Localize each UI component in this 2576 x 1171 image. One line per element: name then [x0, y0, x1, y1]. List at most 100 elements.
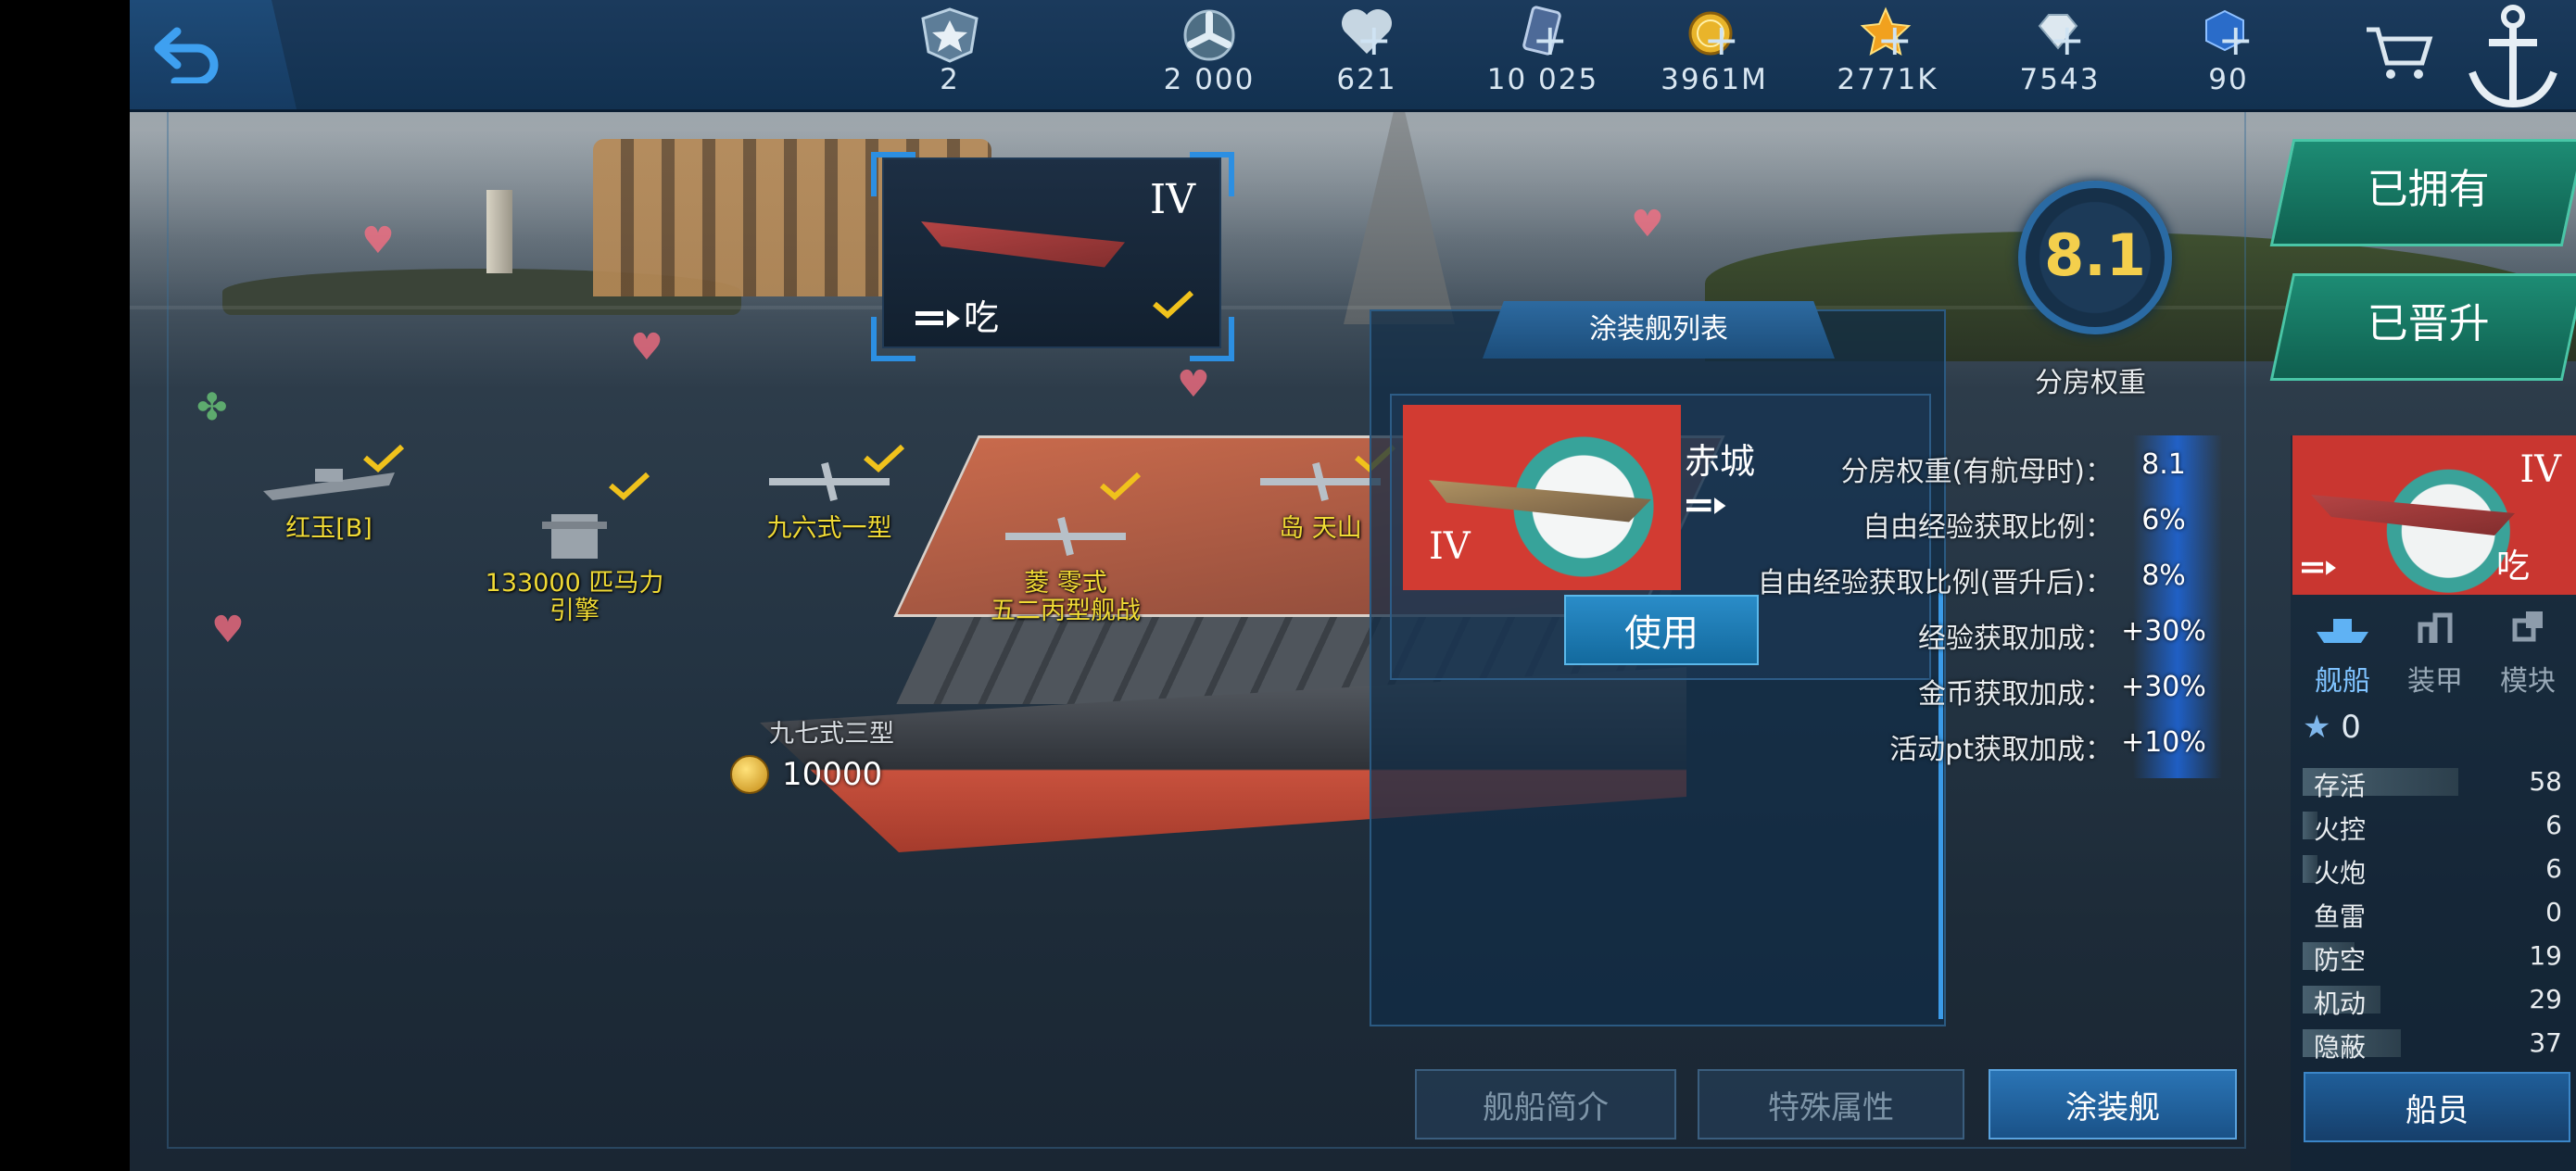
resource-stars[interactable]: + 2771K — [1818, 4, 1957, 106]
skin-name-text: 吃 — [964, 297, 1000, 338]
crew-button[interactable]: 船员 — [2304, 1072, 2570, 1142]
attribute-row: 鱼雷 0 — [2303, 897, 2571, 932]
resource-hearts[interactable]: + 621 — [1297, 4, 1436, 106]
transfer-arrow-icon — [915, 309, 960, 328]
heart-particle-icon: ♥ — [361, 220, 395, 262]
transfer-arrow-icon — [1686, 497, 1726, 514]
resource-diamonds[interactable]: + 7543 — [1990, 4, 2129, 106]
add-diamonds-button[interactable]: + — [2049, 19, 2085, 61]
anchor-menu-button[interactable] — [2456, 0, 2571, 116]
heart-particle-icon: ♥ — [630, 326, 663, 369]
attribute-value: 29 — [2529, 984, 2562, 1014]
resource-cards[interactable]: + 10 025 — [1473, 4, 1612, 106]
ship-portrait-card[interactable]: IV 吃 — [2292, 435, 2576, 595]
selection-bracket — [1190, 152, 1234, 196]
attribute-label: 隐蔽 — [2314, 1032, 2367, 1063]
attribute-row: 隐蔽 37 — [2303, 1027, 2571, 1063]
add-stars-button[interactable]: + — [1876, 19, 1913, 61]
tab-armor[interactable]: 装甲 — [2389, 600, 2481, 698]
resource-value: 10 025 — [1486, 63, 1599, 96]
stat-value: +30% — [2121, 615, 2206, 648]
attribute-value: 58 — [2529, 766, 2562, 797]
use-skin-button[interactable]: 使用 — [1564, 595, 1759, 665]
skin-ship-image — [921, 221, 1125, 268]
resource-rank[interactable]: 2 — [880, 4, 1019, 106]
add-card-button[interactable]: + — [1532, 19, 1568, 61]
stat-value: +30% — [2121, 671, 2206, 703]
add-coins-button[interactable]: + — [1703, 19, 1739, 61]
resource-value: 621 — [1336, 63, 1397, 96]
tab-modules[interactable]: 模块 — [2481, 600, 2574, 698]
weight-value: 8.1 — [2044, 221, 2146, 289]
selection-bracket — [871, 152, 915, 196]
tab-special-attributes[interactable]: 特殊属性 — [1698, 1069, 1964, 1140]
attribute-label: 存活 — [2314, 771, 2367, 801]
tab-label: 舰船 — [2315, 665, 2370, 698]
shop-cart-button[interactable] — [2363, 20, 2437, 85]
equipment-slot[interactable]: 菱 零式 五二丙型舰战 — [973, 454, 1158, 652]
cost-value: 10000 — [782, 756, 883, 793]
matchmaking-weight-badge: 8.1 — [2018, 181, 2172, 334]
cube-icon: + — [2196, 6, 2261, 65]
equipment-label: 菱 零式 五二丙型舰战 — [991, 569, 1141, 626]
tab-ship[interactable]: 舰船 — [2296, 600, 2389, 698]
resource-value: 7543 — [2019, 63, 2101, 96]
owned-label: 已拥有 — [2367, 166, 2490, 213]
equipment-slot[interactable]: 九六式一型 — [751, 445, 908, 543]
attribute-label: 防空 — [2314, 945, 2367, 976]
module-icon — [2512, 611, 2543, 642]
resource-value: 3961M — [1661, 63, 1768, 96]
equipment-label: 133000 匹马力 引擎 — [485, 569, 664, 626]
armor-icon — [2418, 612, 2453, 643]
stat-value: 8% — [2141, 560, 2186, 592]
upgrade-cost[interactable]: 10000 — [730, 755, 882, 794]
ship-tier: IV — [2519, 448, 2561, 491]
attribute-value: 6 — [2545, 810, 2562, 840]
selected-skin-card[interactable]: IV 吃 — [882, 157, 1221, 348]
stat-label: 分房权重(有航母时)： — [1840, 456, 2113, 488]
selection-bracket — [1190, 317, 1234, 361]
resource-cubes[interactable]: + 90 — [2159, 4, 2298, 106]
ship-image — [2311, 495, 2515, 535]
equipment-label: 九六式一型 — [766, 514, 892, 543]
heart-particle-icon: ♥ — [1631, 203, 1664, 246]
resource-coins[interactable]: + 3961M — [1645, 4, 1784, 106]
tab-ship-intro[interactable]: 舰船简介 — [1415, 1069, 1676, 1140]
equipment-slot[interactable]: 133000 匹马力 引擎 — [477, 454, 672, 652]
promoted-badge: 已晋升 — [2269, 273, 2576, 381]
attribute-value: 19 — [2529, 940, 2562, 971]
add-heart-button[interactable]: + — [1356, 19, 1392, 61]
attribute-row: 防空 19 — [2303, 940, 2571, 976]
coin-icon: + — [1682, 6, 1747, 65]
ship-icon — [2317, 619, 2368, 643]
attribute-label: 鱼雷 — [2314, 901, 2367, 932]
heart-icon: + — [1334, 6, 1399, 65]
attribute-label: 火控 — [2314, 814, 2367, 845]
checkmark-icon — [1100, 472, 1141, 500]
attribute-value: 0 — [2545, 897, 2562, 927]
card-icon: + — [1510, 6, 1575, 65]
stat-label: 活动pt获取加成： — [1889, 734, 2113, 766]
attribute-label: 火炮 — [2314, 858, 2367, 888]
destroyer-model — [259, 445, 404, 510]
weight-label: 分房权重 — [2035, 367, 2146, 399]
equipment-label: 红玉[B] — [285, 514, 373, 543]
back-arrow-icon — [154, 27, 219, 83]
propeller-icon — [1177, 6, 1242, 65]
checkmark-icon — [1153, 291, 1193, 319]
skin-tier: IV — [1429, 525, 1471, 568]
plane-upgrade-label: 九七式三型 — [769, 720, 894, 749]
add-cubes-button[interactable]: + — [2217, 19, 2254, 61]
attribute-value: 6 — [2545, 853, 2562, 884]
tab-skins[interactable]: 涂装舰 — [1989, 1069, 2237, 1140]
transfer-arrow-icon — [2302, 560, 2336, 575]
equipment-slot[interactable]: 红玉[B] — [250, 445, 408, 543]
back-button[interactable] — [150, 20, 224, 85]
star-icon: ★ — [2303, 709, 2331, 746]
attribute-row: 存活 58 — [2303, 766, 2571, 801]
skin-list-scrollbar[interactable] — [1938, 593, 1943, 1019]
attribute-value: 37 — [2529, 1027, 2562, 1058]
coin-icon — [730, 755, 769, 794]
resource-propeller[interactable]: 2 000 — [1140, 4, 1279, 106]
stat-label: 自由经验获取比例： — [1863, 511, 2113, 544]
